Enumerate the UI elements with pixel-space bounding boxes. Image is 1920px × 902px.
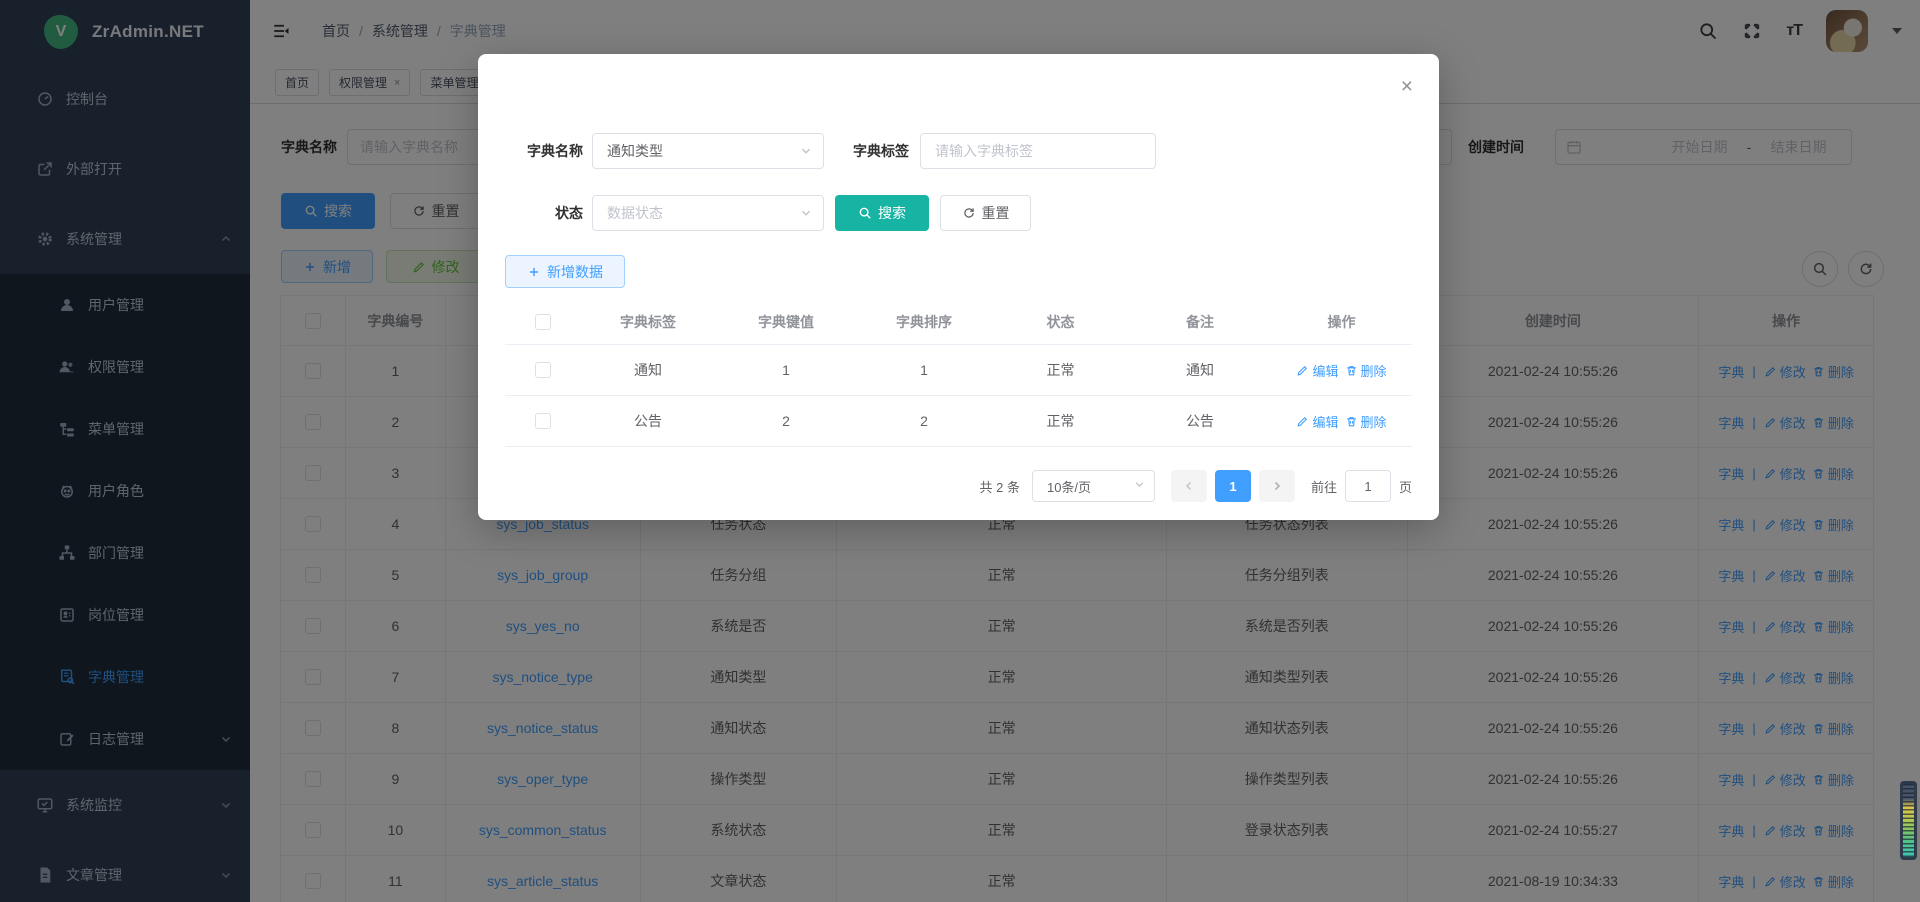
pencil-icon	[1296, 415, 1309, 428]
modal-search-button[interactable]: 搜索	[835, 195, 929, 231]
scrollbar-stripes	[1903, 784, 1914, 857]
chevron-left-icon	[1183, 480, 1195, 492]
trash-icon	[1345, 364, 1358, 377]
select-all-checkbox[interactable]	[535, 314, 551, 330]
row-checkbox[interactable]	[535, 413, 551, 429]
chevron-down-icon	[799, 144, 813, 158]
modal-dict-name-label: 字典名称	[505, 141, 583, 161]
modal-table-row: 通知 1 1 正常 通知 编辑删除	[505, 345, 1412, 396]
row-edit-link[interactable]: 编辑	[1296, 361, 1338, 380]
dict-data-table: 字典标签 字典键值 字典排序 状态 备注 操作 通知 1 1 正常 通知 编辑删…	[505, 300, 1412, 447]
pagination: 共 2 条 10条/页 1 前往 页	[980, 470, 1413, 502]
modal-status-select[interactable]: 数据状态	[592, 195, 824, 231]
col-dict-label: 字典标签	[580, 300, 716, 344]
col-dict-value: 字典键值	[716, 300, 856, 344]
chevron-down-icon	[799, 206, 813, 220]
app-root: V ZrAdmin.NET 控制台 外部打开 系统管理 用户管理	[0, 0, 1920, 902]
trash-icon	[1345, 415, 1358, 428]
chevron-right-icon	[1271, 480, 1283, 492]
next-page-button[interactable]	[1259, 470, 1295, 502]
chevron-down-icon	[1133, 478, 1146, 494]
modal-reset-button[interactable]: 重置	[940, 195, 1031, 231]
dict-data-dialog: × 字典名称 通知类型 字典标签 状态 数据状态 搜索 重置	[478, 54, 1439, 520]
col-status: 状态	[992, 300, 1129, 344]
col-dict-sort: 字典排序	[856, 300, 992, 344]
goto-label: 前往	[1311, 477, 1337, 496]
plus-icon	[527, 265, 541, 279]
page-number-current[interactable]: 1	[1215, 470, 1251, 502]
col-action: 操作	[1271, 300, 1412, 344]
modal-dict-label-label: 字典标签	[835, 141, 909, 161]
row-edit-link[interactable]: 编辑	[1296, 412, 1338, 431]
modal-dict-label-input[interactable]	[920, 133, 1156, 169]
row-checkbox[interactable]	[535, 362, 551, 378]
goto-page-input[interactable]	[1345, 470, 1391, 502]
prev-page-button[interactable]	[1171, 470, 1207, 502]
modal-table-row: 公告 2 2 正常 公告 编辑删除	[505, 396, 1412, 447]
modal-status-label: 状态	[505, 203, 583, 223]
modal-dict-name-select[interactable]: 通知类型	[592, 133, 824, 169]
pagination-total: 共 2 条	[980, 477, 1020, 496]
page-suffix: 页	[1399, 477, 1412, 496]
row-delete-link[interactable]: 删除	[1345, 412, 1387, 431]
close-icon[interactable]: ×	[1401, 76, 1413, 97]
page-size-select[interactable]: 10条/页	[1032, 470, 1155, 502]
search-icon	[858, 206, 872, 220]
modal-table-header-row: 字典标签 字典键值 字典排序 状态 备注 操作	[505, 300, 1412, 345]
scrollbar-widget[interactable]	[1900, 781, 1917, 860]
col-remark: 备注	[1129, 300, 1271, 344]
pencil-icon	[1296, 364, 1309, 377]
modal-add-data-button[interactable]: 新增数据	[505, 255, 625, 288]
row-delete-link[interactable]: 删除	[1345, 361, 1387, 380]
refresh-icon	[962, 206, 976, 220]
